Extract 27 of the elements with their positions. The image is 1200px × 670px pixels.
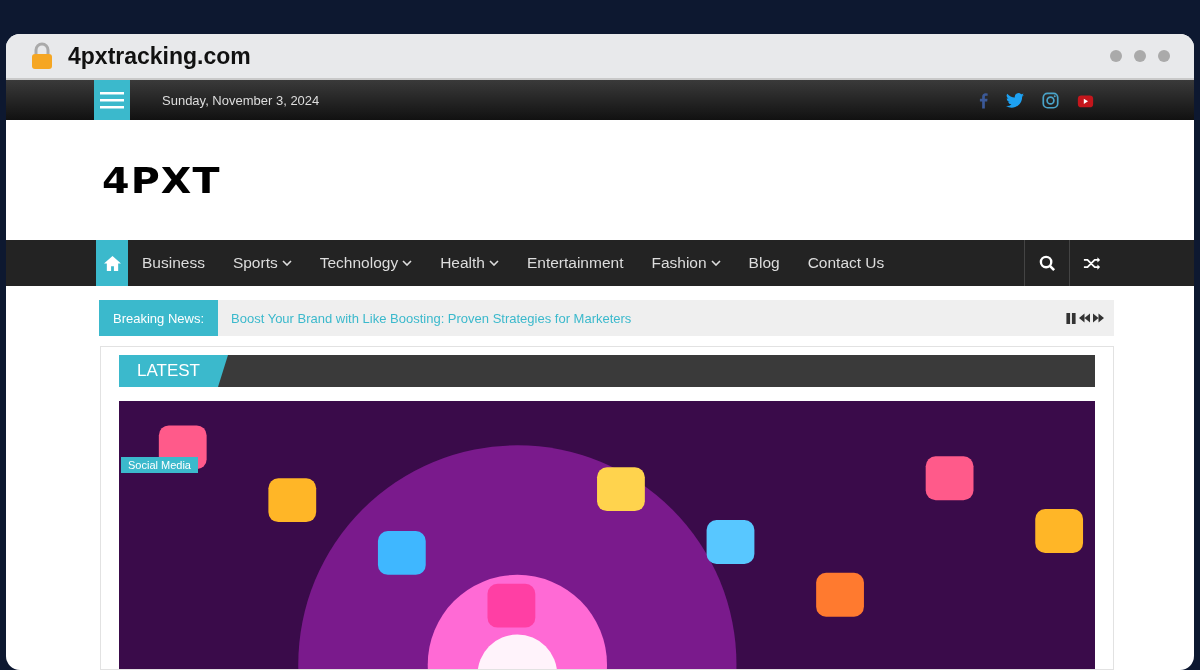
instagram-icon[interactable] xyxy=(1042,91,1059,109)
nav-link[interactable]: Contact Us xyxy=(793,240,899,286)
chevron-down-icon xyxy=(281,260,292,266)
section-title: LATEST xyxy=(119,355,228,387)
rewind-icon[interactable] xyxy=(1079,313,1090,323)
chevron-down-icon xyxy=(710,260,721,266)
date-text: Sunday, November 3, 2024 xyxy=(162,92,320,108)
chevron-down-icon xyxy=(402,260,413,266)
nav-link[interactable]: Entertainment xyxy=(512,240,638,286)
chevron-down-icon xyxy=(488,260,499,266)
search-icon[interactable] xyxy=(1038,254,1056,272)
nav-link[interactable]: Technology xyxy=(305,240,427,286)
window-dots-icon xyxy=(1110,50,1170,62)
facebook-icon[interactable] xyxy=(979,91,988,109)
address-text: 4pxtracking.com xyxy=(68,42,251,70)
nav-link[interactable]: Fashion xyxy=(637,240,735,286)
nav-link[interactable]: Health xyxy=(426,240,513,286)
fast-forward-icon[interactable] xyxy=(1093,313,1104,323)
pause-icon[interactable] xyxy=(1066,312,1076,324)
site-logo[interactable]: 4PXT xyxy=(102,159,221,201)
twitter-bird-icon[interactable] xyxy=(1006,92,1024,108)
breaking-news-label: Breaking News: xyxy=(99,300,219,336)
lock-icon xyxy=(30,42,54,70)
nav-link[interactable]: Business xyxy=(128,240,219,286)
shuffle-icon[interactable] xyxy=(1083,255,1101,271)
nav-link[interactable]: Sports xyxy=(218,240,306,286)
nav-link[interactable]: Blog xyxy=(734,240,794,286)
